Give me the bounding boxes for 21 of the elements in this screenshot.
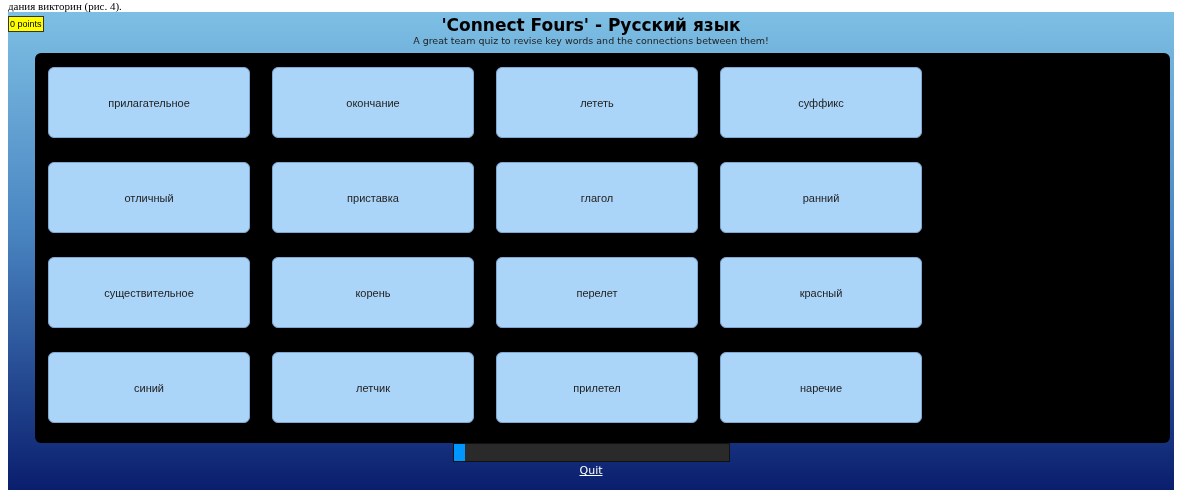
word-tile[interactable]: окончание	[272, 67, 474, 138]
word-tile[interactable]: глагол	[496, 162, 698, 233]
word-tile[interactable]: наречие	[720, 352, 922, 423]
word-tile[interactable]: ранний	[720, 162, 922, 233]
word-tile[interactable]: лететь	[496, 67, 698, 138]
document-text: дания викторин (рис. 4).	[7, 0, 123, 12]
quiz-subtitle: A great team quiz to revise key words and the connections between them!	[413, 35, 769, 47]
quit-link[interactable]: Quit	[579, 464, 603, 477]
word-tile[interactable]: красный	[720, 257, 922, 328]
word-tile[interactable]: корень	[272, 257, 474, 328]
word-tile[interactable]: синий	[48, 352, 250, 423]
score-badge: 0 points	[8, 16, 44, 32]
word-tile[interactable]: летчик	[272, 352, 474, 423]
word-tile[interactable]: существительное	[48, 257, 250, 328]
word-tile[interactable]: прилетел	[496, 352, 698, 423]
word-tile[interactable]: приставка	[272, 162, 474, 233]
word-tile[interactable]: отличный	[48, 162, 250, 233]
word-tile[interactable]: перелет	[496, 257, 698, 328]
word-tile[interactable]: суффикс	[720, 67, 922, 138]
word-tile[interactable]: прилагательное	[48, 67, 250, 138]
quiz-title: 'Connect Fours' - Русский язык	[441, 15, 741, 35]
